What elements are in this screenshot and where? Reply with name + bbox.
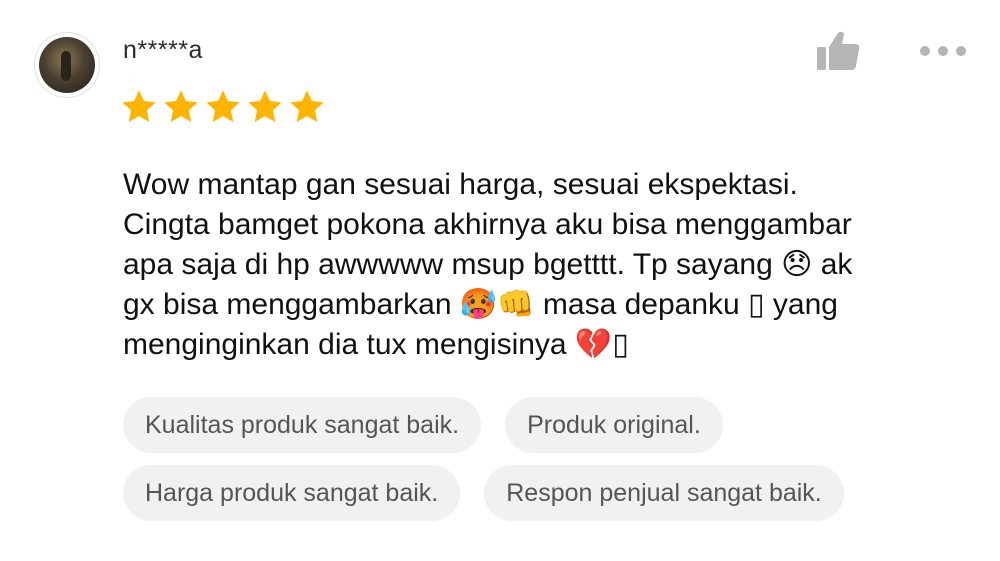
star-icon — [206, 90, 240, 123]
star-icon — [290, 90, 324, 123]
avatar-image — [39, 37, 95, 93]
review-text-line: Wow mantap gan sesuai harga, sesuai eksp… — [123, 168, 798, 201]
tag-chip[interactable]: Produk original. — [505, 397, 723, 453]
star-icon — [122, 90, 156, 123]
review-text-line: Cingta bamget pokona akhirnya aku bisa m… — [123, 208, 852, 241]
star-rating — [120, 88, 326, 126]
thumbs-up-icon[interactable] — [815, 30, 861, 72]
tag-row: Harga produk sangat baik. Respon penjual… — [123, 465, 983, 521]
review-tags: Kualitas produk sangat baik. Produk orig… — [123, 397, 983, 533]
review-text-line: apa saja di hp awwwww msup bgetttt. Tp s… — [123, 248, 853, 281]
username: n*****a — [123, 36, 203, 64]
star-icon — [248, 90, 282, 123]
tag-chip[interactable]: Harga produk sangat baik. — [123, 465, 461, 521]
star-icon — [164, 90, 198, 123]
review-text: Wow mantap gan sesuai harga, sesuai eksp… — [123, 165, 983, 365]
review-text-line: gx bisa menggambarkan 🥵👊 masa depanku ▯ … — [123, 288, 838, 321]
tag-chip[interactable]: Respon penjual sangat baik. — [484, 465, 844, 521]
tag-chip[interactable]: Kualitas produk sangat baik. — [123, 397, 482, 453]
tag-row: Kualitas produk sangat baik. Produk orig… — [123, 397, 983, 453]
review-text-line: menginginkan dia tux mengisinya 💔▯ — [123, 328, 629, 361]
more-dots-icon[interactable] — [917, 38, 969, 64]
avatar[interactable] — [34, 32, 100, 98]
